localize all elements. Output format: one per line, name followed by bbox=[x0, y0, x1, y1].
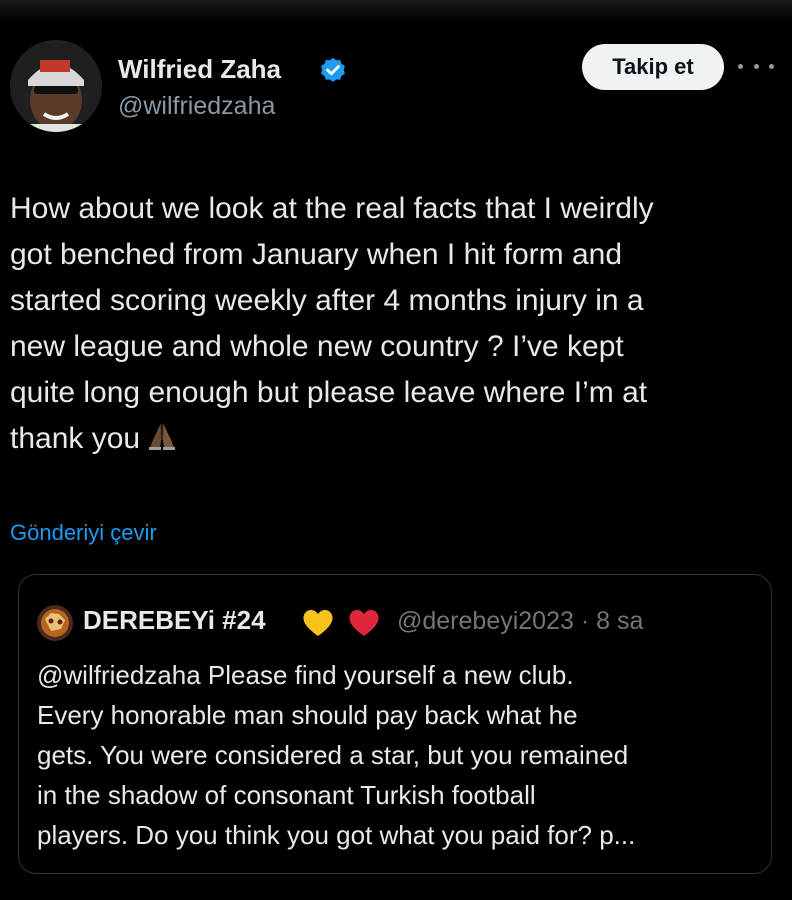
tweet-line: How about we look at the real facts that… bbox=[10, 192, 654, 225]
tweet-header: Wilfried Zaha @wilfriedzaha Takip et bbox=[0, 40, 792, 140]
author-name[interactable]: Wilfried Zaha bbox=[118, 54, 281, 85]
verified-badge-icon bbox=[321, 57, 345, 82]
folded-hands-icon bbox=[149, 423, 176, 450]
quoted-name-emojis bbox=[303, 609, 379, 636]
tweet-line: got benched from January when I hit form… bbox=[10, 238, 623, 271]
quoted-handle-time: @derebeyi2023 · 8 sa bbox=[397, 607, 644, 635]
quoted-line: players. Do you think you got what you p… bbox=[37, 820, 636, 850]
follow-button[interactable]: Takip et bbox=[582, 44, 724, 90]
red-heart-icon bbox=[349, 609, 379, 636]
author-handle[interactable]: @wilfriedzaha bbox=[118, 92, 275, 121]
quoted-line: gets. You were considered a star, but yo… bbox=[37, 740, 629, 770]
author-avatar[interactable] bbox=[10, 40, 102, 132]
quoted-author-avatar bbox=[37, 605, 73, 641]
quoted-line: in the shadow of consonant Turkish footb… bbox=[37, 780, 536, 810]
tweet-line: started scoring weekly after 4 months in… bbox=[10, 284, 644, 317]
quoted-line: @wilfriedzaha Please find yourself a new… bbox=[37, 660, 574, 690]
quoted-tweet-card[interactable]: DEREBEYi #24 @derebeyi2023 · 8 sa @wilfr… bbox=[18, 574, 772, 874]
more-options-icon[interactable] bbox=[738, 54, 774, 78]
tweet-text: How about we look at the real facts that… bbox=[10, 186, 780, 462]
tweet-line: quite long enough but please leave where… bbox=[10, 376, 648, 409]
tweet-line: thank you bbox=[10, 422, 141, 455]
quoted-author-name: DEREBEYi #24 bbox=[83, 605, 266, 635]
yellow-heart-icon bbox=[303, 609, 333, 636]
tweet-line: new league and whole new country ? I’ve … bbox=[10, 330, 624, 363]
quoted-tweet-text: @wilfriedzaha Please find yourself a new… bbox=[37, 655, 757, 855]
status-bar-fade bbox=[0, 0, 792, 22]
tweet-last-line: thank you bbox=[10, 416, 780, 462]
translate-post-link[interactable]: Gönderiyi çevir bbox=[10, 520, 157, 546]
quoted-line: Every honorable man should pay back what… bbox=[37, 700, 578, 730]
